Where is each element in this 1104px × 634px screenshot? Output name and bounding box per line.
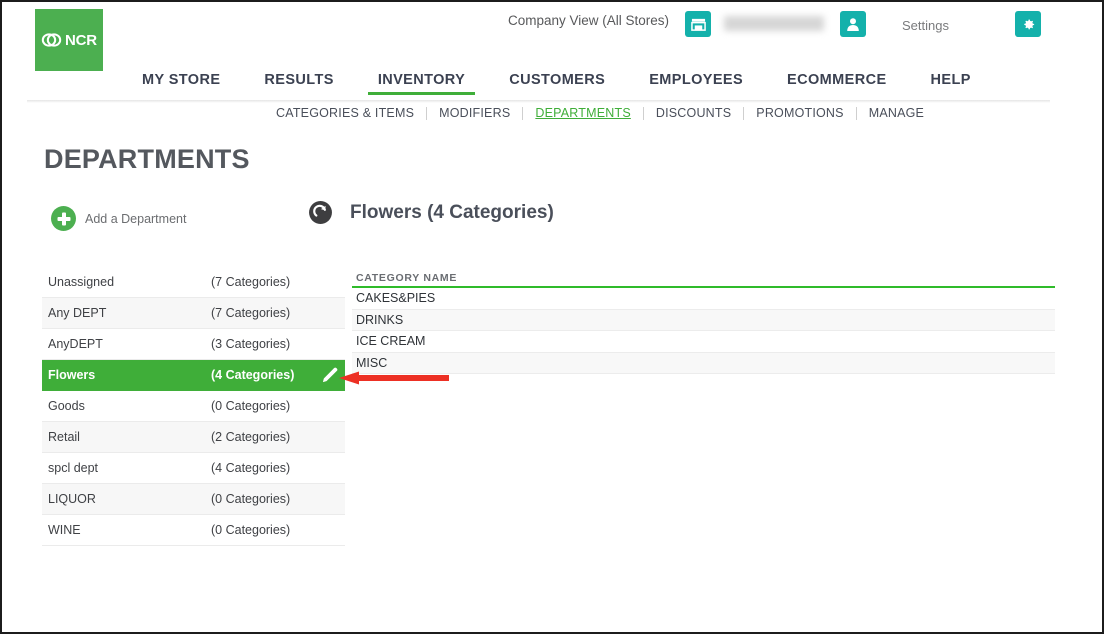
sub-nav-item-modifiers[interactable]: MODIFIERS: [427, 106, 522, 120]
department-row[interactable]: spcl dept (4 Categories): [42, 453, 345, 484]
nav-item-ecommerce[interactable]: ECOMMERCE: [765, 70, 908, 95]
user-name-masked: [724, 16, 824, 31]
sub-nav-item-manage[interactable]: MANAGE: [857, 106, 936, 120]
department-category-count: (0 Categories): [211, 399, 291, 413]
nav-item-inventory[interactable]: INVENTORY: [356, 70, 487, 95]
department-name: WINE: [48, 523, 81, 537]
nav-item-customers[interactable]: CUSTOMERS: [487, 70, 627, 95]
app-window: NCR Company View (All Stores) Settings M…: [0, 0, 1104, 634]
department-row[interactable]: AnyDEPT (3 Categories): [42, 329, 345, 360]
department-category-count: (7 Categories): [211, 275, 291, 289]
gear-icon[interactable]: [1015, 11, 1041, 37]
nav-item-results[interactable]: RESULTS: [242, 70, 355, 95]
department-name: Any DEPT: [48, 306, 107, 320]
category-table: CATEGORY NAME CAKES&PIES DRINKS ICE CREAM M…: [352, 267, 1055, 374]
app-header: NCR Company View (All Stores) Settings: [2, 2, 1102, 74]
add-department-label: Add a Department: [85, 211, 187, 226]
department-name: Retail: [48, 430, 80, 444]
sub-navigation: CATEGORIES & ITEMS MODIFIERS DEPARTMENTS DI…: [264, 106, 936, 120]
department-row[interactable]: LIQUOR (0 Categories): [42, 484, 345, 515]
department-row[interactable]: Flowers (4 Categories): [42, 360, 345, 391]
nav-item-help[interactable]: HELP: [909, 70, 993, 95]
nav-shadow-divider: [27, 100, 1050, 103]
department-row[interactable]: Goods (0 Categories): [42, 391, 345, 422]
department-name: LIQUOR: [48, 492, 96, 506]
category-row[interactable]: CAKES&PIES: [352, 288, 1055, 310]
store-icon[interactable]: [685, 11, 711, 37]
person-icon[interactable]: [840, 11, 866, 37]
department-category-count: (0 Categories): [211, 492, 291, 506]
department-name: Flowers: [48, 368, 96, 382]
ncr-logo[interactable]: NCR: [35, 9, 103, 71]
department-name: Unassigned: [48, 275, 115, 289]
sub-nav-item-promotions[interactable]: PROMOTIONS: [744, 106, 855, 120]
nav-item-my-store[interactable]: MY STORE: [120, 70, 242, 95]
department-category-count: (3 Categories): [211, 337, 291, 351]
sub-nav-item-discounts[interactable]: DISCOUNTS: [644, 106, 743, 120]
department-row[interactable]: Any DEPT (7 Categories): [42, 298, 345, 329]
page-title: DEPARTMENTS: [44, 144, 250, 174]
department-row[interactable]: WINE (0 Categories): [42, 515, 345, 546]
pencil-icon[interactable]: [320, 365, 340, 385]
department-name: spcl dept: [48, 461, 99, 475]
category-row[interactable]: MISC: [352, 352, 1055, 374]
ncr-rings-icon: [41, 33, 62, 47]
department-category-count: (4 Categories): [211, 368, 295, 382]
sub-nav-item-categories-items[interactable]: CATEGORIES & ITEMS: [264, 106, 426, 120]
department-row[interactable]: Unassigned (7 Categories): [42, 267, 345, 298]
department-category-count: (7 Categories): [211, 306, 291, 320]
settings-label[interactable]: Settings: [902, 18, 949, 33]
department-name: Goods: [48, 399, 85, 413]
department-detail-heading: Flowers (4 Categories): [308, 200, 554, 225]
department-detail-title: Flowers (4 Categories): [350, 201, 554, 223]
company-view-label[interactable]: Company View (All Stores): [508, 13, 669, 28]
gear-glyph-icon: [1023, 19, 1034, 29]
person-glyph-icon: [847, 17, 859, 31]
category-row[interactable]: DRINKS: [352, 309, 1055, 331]
nav-item-employees[interactable]: EMPLOYEES: [627, 70, 765, 95]
category-table-header: CATEGORY NAME: [352, 267, 1055, 288]
refresh-icon[interactable]: [308, 200, 333, 225]
department-category-count: (0 Categories): [211, 523, 291, 537]
category-row[interactable]: ICE CREAM: [352, 331, 1055, 353]
ncr-logo-text: NCR: [65, 31, 97, 49]
main-navigation: MY STORE RESULTS INVENTORY CUSTOMERS EMPLOYE…: [2, 70, 1102, 100]
department-name: AnyDEPT: [48, 337, 103, 351]
department-category-count: (4 Categories): [211, 461, 291, 475]
department-list: Unassigned (7 Categories) Any DEPT (7 Categ…: [42, 267, 345, 546]
department-row[interactable]: Retail (2 Categories): [42, 422, 345, 453]
department-category-count: (2 Categories): [211, 430, 291, 444]
plus-circle-icon: [51, 206, 76, 231]
sub-nav-item-departments[interactable]: DEPARTMENTS: [523, 106, 643, 120]
store-glyph-icon: [690, 18, 706, 31]
add-department-button[interactable]: Add a Department: [51, 206, 186, 231]
